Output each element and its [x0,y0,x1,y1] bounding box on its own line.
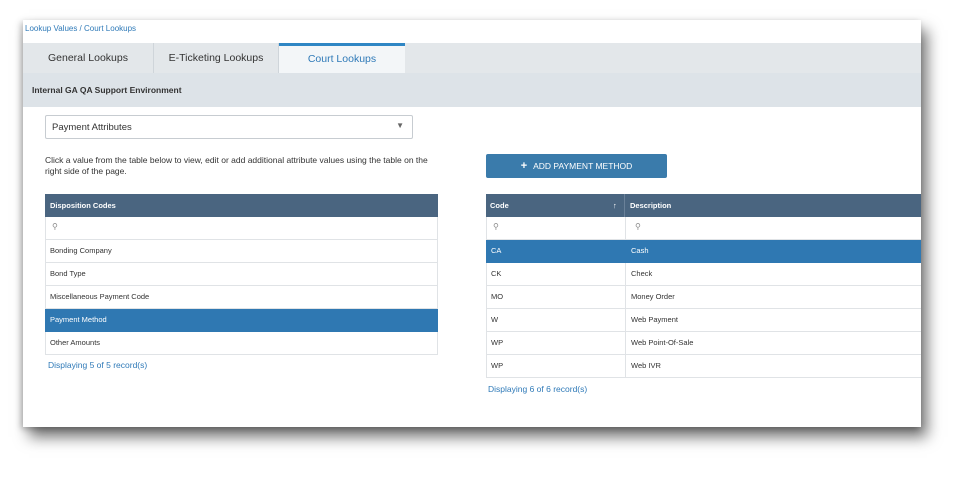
table-header[interactable]: Disposition Codes [45,194,438,217]
table-header: Code ↑ Description [486,194,921,217]
table-row[interactable]: Other Amounts [45,332,438,355]
column-divider [625,217,626,239]
lookup-window: Lookup Values / Court Lookups General Lo… [23,20,921,427]
add-payment-method-button[interactable]: + ADD PAYMENT METHOD [486,154,667,178]
plus-icon: + [520,160,528,172]
table-row[interactable]: WP Web IVR [486,355,921,378]
search-icon: ⚲ [52,222,58,231]
add-button-label: ADD PAYMENT METHOD [533,161,633,171]
description-cell: Web Payment [631,315,678,324]
table-row[interactable]: Bonding Company [45,240,438,263]
column-divider [624,194,625,217]
row-label: Miscellaneous Payment Code [50,292,150,301]
search-icon[interactable]: ⚲ [635,222,641,231]
code-cell: MO [491,292,504,301]
table-row[interactable]: MO Money Order [486,286,921,309]
tab-bar: General Lookups E-Ticketing Lookups Cour… [23,43,921,73]
row-label: Payment Method [50,315,107,324]
environment-bar: Internal GA QA Support Environment [23,73,921,107]
table-row[interactable]: WP Web Point-Of-Sale [486,332,921,355]
column-divider [625,355,626,377]
column-header-code[interactable]: Code [490,194,509,217]
tab-eticketing-lookups[interactable]: E-Ticketing Lookups [154,43,278,73]
row-label: Bonding Company [50,246,112,255]
left-record-count: Displaying 5 of 5 record(s) [48,360,148,370]
payment-methods-table: Code ↑ Description ⚲ ⚲ CA Cash CK Check … [486,194,921,378]
sort-asc-icon[interactable]: ↑ [613,194,617,217]
breadcrumb[interactable]: Lookup Values / Court Lookups [25,24,136,33]
code-cell: CK [491,269,502,278]
description-cell: Check [631,269,653,278]
column-divider [625,286,626,308]
table-row[interactable]: Bond Type [45,263,438,286]
column-header-disposition-codes[interactable]: Disposition Codes [50,194,116,217]
code-cell: WP [491,361,504,370]
table-row-selected[interactable]: CA Cash [486,240,921,263]
column-divider [625,309,626,331]
column-divider [625,240,626,262]
attribute-select[interactable]: Payment Attributes ▼ [45,115,413,139]
description-cell: Web Point-Of-Sale [631,338,694,347]
tab-general-lookups[interactable]: General Lookups [23,43,153,73]
code-cell: WP [491,338,504,347]
table-row-selected[interactable]: Payment Method [45,309,438,332]
column-header-description[interactable]: Description [630,194,671,217]
attribute-select-value: Payment Attributes [52,122,132,133]
filter-row: ⚲ ⚲ [486,217,921,240]
table-row[interactable]: Miscellaneous Payment Code [45,286,438,309]
instructions-text: Click a value from the table below to vi… [45,155,428,176]
search-icon[interactable]: ⚲ [493,222,499,231]
column-divider [625,263,626,285]
chevron-down-icon: ▼ [396,121,404,130]
right-record-count: Displaying 6 of 6 record(s) [488,384,588,394]
table-row[interactable]: CK Check [486,263,921,286]
description-cell: Web IVR [631,361,661,370]
code-cell: CA [491,246,502,255]
column-divider [625,332,626,354]
disposition-codes-table: Disposition Codes ⚲ Bonding Company Bond… [45,194,438,355]
filter-row[interactable]: ⚲ [45,217,438,240]
tab-court-lookups[interactable]: Court Lookups [279,43,405,73]
row-label: Other Amounts [50,338,101,347]
code-cell: W [491,315,499,324]
description-cell: Money Order [631,292,675,301]
row-label: Bond Type [50,269,86,278]
description-cell: Cash [631,246,649,255]
table-row[interactable]: W Web Payment [486,309,921,332]
environment-label: Internal GA QA Support Environment [32,85,182,95]
